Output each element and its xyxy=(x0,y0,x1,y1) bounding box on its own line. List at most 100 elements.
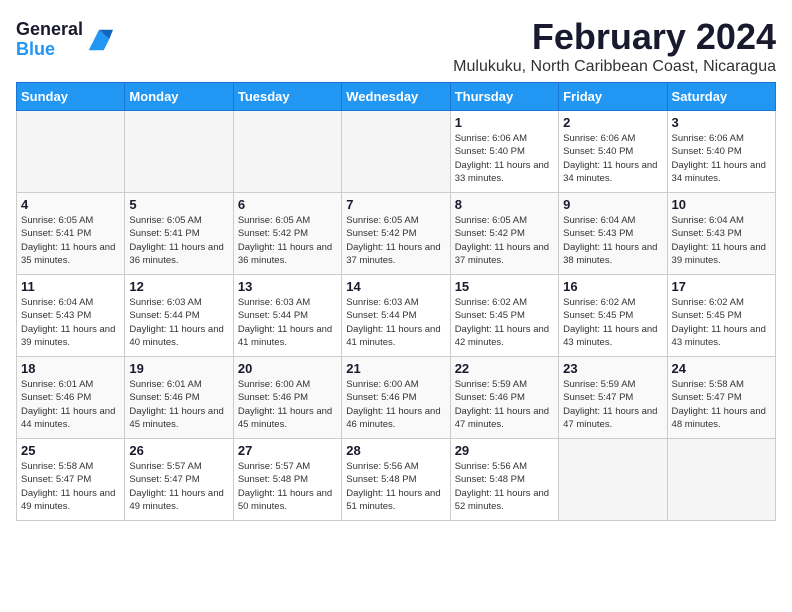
day-number: 6 xyxy=(238,197,337,212)
day-number: 26 xyxy=(129,443,228,458)
day-info: Sunrise: 6:05 AMSunset: 5:42 PMDaylight:… xyxy=(455,214,554,267)
calendar-cell: 12Sunrise: 6:03 AMSunset: 5:44 PMDayligh… xyxy=(125,275,233,357)
day-number: 13 xyxy=(238,279,337,294)
calendar-week-row: 1 Sunrise: 6:06 AMSunset: 5:40 PMDaylight… xyxy=(17,111,776,193)
logo-text: GeneralBlue xyxy=(16,20,83,60)
day-info: Sunrise: 5:57 AMSunset: 5:47 PMDaylight:… xyxy=(129,460,228,513)
day-number: 2 xyxy=(563,115,662,130)
calendar-cell: 7 Sunrise: 6:05 AMSunset: 5:42 PMDaylight… xyxy=(342,193,450,275)
day-info: Sunrise: 6:05 AMSunset: 5:41 PMDaylight:… xyxy=(21,214,120,267)
day-info: Sunrise: 6:04 AMSunset: 5:43 PMDaylight:… xyxy=(21,296,120,349)
day-number: 16 xyxy=(563,279,662,294)
location-title: Mulukuku, North Caribbean Coast, Nicarag… xyxy=(453,58,776,76)
day-number: 9 xyxy=(563,197,662,212)
calendar-cell xyxy=(342,111,450,193)
weekday-header: Thursday xyxy=(450,83,558,111)
weekday-header: Monday xyxy=(125,83,233,111)
day-number: 18 xyxy=(21,361,120,376)
day-number: 19 xyxy=(129,361,228,376)
calendar-cell: 29 Sunrise: 5:56 AMSunset: 5:48 PMDayligh… xyxy=(450,439,558,521)
day-info: Sunrise: 5:59 AMSunset: 5:47 PMDaylight:… xyxy=(563,378,662,431)
calendar-cell: 9Sunrise: 6:04 AMSunset: 5:43 PMDaylight… xyxy=(559,193,667,275)
calendar-cell: 11 Sunrise: 6:04 AMSunset: 5:43 PMDayligh… xyxy=(17,275,125,357)
day-number: 22 xyxy=(455,361,554,376)
day-number: 17 xyxy=(672,279,771,294)
calendar-cell: 14 Sunrise: 6:03 AMSunset: 5:44 PMDayligh… xyxy=(342,275,450,357)
logo: GeneralBlue xyxy=(16,16,113,60)
calendar-cell: 24 Sunrise: 5:58 AMSunset: 5:47 PMDayligh… xyxy=(667,357,775,439)
day-number: 11 xyxy=(21,279,120,294)
day-info: Sunrise: 6:05 AMSunset: 5:42 PMDaylight:… xyxy=(346,214,445,267)
day-number: 27 xyxy=(238,443,337,458)
day-info: Sunrise: 6:05 AMSunset: 5:42 PMDaylight:… xyxy=(238,214,337,267)
calendar-week-row: 18 Sunrise: 6:01 AMSunset: 5:46 PMDayligh… xyxy=(17,357,776,439)
day-number: 21 xyxy=(346,361,445,376)
day-number: 14 xyxy=(346,279,445,294)
calendar-cell: 13 Sunrise: 6:03 AMSunset: 5:44 PMDayligh… xyxy=(233,275,341,357)
day-number: 10 xyxy=(672,197,771,212)
day-number: 28 xyxy=(346,443,445,458)
calendar-cell xyxy=(667,439,775,521)
day-info: Sunrise: 6:06 AMSunset: 5:40 PMDaylight:… xyxy=(455,132,554,185)
calendar-week-row: 11 Sunrise: 6:04 AMSunset: 5:43 PMDayligh… xyxy=(17,275,776,357)
weekday-header: Saturday xyxy=(667,83,775,111)
calendar-cell: 1 Sunrise: 6:06 AMSunset: 5:40 PMDaylight… xyxy=(450,111,558,193)
calendar-table: SundayMondayTuesdayWednesdayThursdayFrid… xyxy=(16,82,776,521)
day-info: Sunrise: 6:06 AMSunset: 5:40 PMDaylight:… xyxy=(563,132,662,185)
day-number: 29 xyxy=(455,443,554,458)
calendar-cell xyxy=(559,439,667,521)
day-number: 20 xyxy=(238,361,337,376)
calendar-cell: 4 Sunrise: 6:05 AMSunset: 5:41 PMDaylight… xyxy=(17,193,125,275)
day-number: 7 xyxy=(346,197,445,212)
calendar-week-row: 25 Sunrise: 5:58 AMSunset: 5:47 PMDayligh… xyxy=(17,439,776,521)
day-info: Sunrise: 5:57 AMSunset: 5:48 PMDaylight:… xyxy=(238,460,337,513)
month-title: February 2024 xyxy=(453,16,776,58)
calendar-cell: 3 Sunrise: 6:06 AMSunset: 5:40 PMDaylight… xyxy=(667,111,775,193)
day-info: Sunrise: 5:59 AMSunset: 5:46 PMDaylight:… xyxy=(455,378,554,431)
day-info: Sunrise: 6:03 AMSunset: 5:44 PMDaylight:… xyxy=(346,296,445,349)
calendar-cell: 19Sunrise: 6:01 AMSunset: 5:46 PMDayligh… xyxy=(125,357,233,439)
calendar-cell: 28 Sunrise: 5:56 AMSunset: 5:48 PMDayligh… xyxy=(342,439,450,521)
calendar-week-row: 4 Sunrise: 6:05 AMSunset: 5:41 PMDaylight… xyxy=(17,193,776,275)
weekday-header: Wednesday xyxy=(342,83,450,111)
calendar-cell: 5 Sunrise: 6:05 AMSunset: 5:41 PMDaylight… xyxy=(125,193,233,275)
calendar-cell: 10Sunrise: 6:04 AMSunset: 5:43 PMDayligh… xyxy=(667,193,775,275)
calendar-cell xyxy=(125,111,233,193)
day-number: 1 xyxy=(455,115,554,130)
calendar-cell: 8 Sunrise: 6:05 AMSunset: 5:42 PMDaylight… xyxy=(450,193,558,275)
day-info: Sunrise: 5:58 AMSunset: 5:47 PMDaylight:… xyxy=(672,378,771,431)
day-number: 3 xyxy=(672,115,771,130)
title-area: February 2024 Mulukuku, North Caribbean … xyxy=(453,16,776,76)
calendar-cell xyxy=(233,111,341,193)
day-number: 8 xyxy=(455,197,554,212)
logo-icon xyxy=(85,26,113,54)
page-header: GeneralBlue February 2024 Mulukuku, Nort… xyxy=(16,16,776,76)
day-info: Sunrise: 6:01 AMSunset: 5:46 PMDaylight:… xyxy=(21,378,120,431)
day-number: 12 xyxy=(129,279,228,294)
day-info: Sunrise: 6:05 AMSunset: 5:41 PMDaylight:… xyxy=(129,214,228,267)
day-number: 5 xyxy=(129,197,228,212)
day-info: Sunrise: 5:56 AMSunset: 5:48 PMDaylight:… xyxy=(455,460,554,513)
day-info: Sunrise: 5:58 AMSunset: 5:47 PMDaylight:… xyxy=(21,460,120,513)
calendar-cell: 25 Sunrise: 5:58 AMSunset: 5:47 PMDayligh… xyxy=(17,439,125,521)
day-info: Sunrise: 6:00 AMSunset: 5:46 PMDaylight:… xyxy=(238,378,337,431)
day-info: Sunrise: 6:06 AMSunset: 5:40 PMDaylight:… xyxy=(672,132,771,185)
day-number: 23 xyxy=(563,361,662,376)
day-number: 25 xyxy=(21,443,120,458)
day-number: 4 xyxy=(21,197,120,212)
day-number: 15 xyxy=(455,279,554,294)
day-info: Sunrise: 6:00 AMSunset: 5:46 PMDaylight:… xyxy=(346,378,445,431)
calendar-cell: 27 Sunrise: 5:57 AMSunset: 5:48 PMDayligh… xyxy=(233,439,341,521)
calendar-cell: 21 Sunrise: 6:00 AMSunset: 5:46 PMDayligh… xyxy=(342,357,450,439)
day-number: 24 xyxy=(672,361,771,376)
weekday-header: Sunday xyxy=(17,83,125,111)
calendar-cell: 23 Sunrise: 5:59 AMSunset: 5:47 PMDayligh… xyxy=(559,357,667,439)
logo-blue: Blue xyxy=(16,39,55,59)
calendar-cell: 26 Sunrise: 5:57 AMSunset: 5:47 PMDayligh… xyxy=(125,439,233,521)
calendar-cell: 15Sunrise: 6:02 AMSunset: 5:45 PMDayligh… xyxy=(450,275,558,357)
day-info: Sunrise: 6:03 AMSunset: 5:44 PMDaylight:… xyxy=(238,296,337,349)
calendar-cell: 6 Sunrise: 6:05 AMSunset: 5:42 PMDaylight… xyxy=(233,193,341,275)
day-info: Sunrise: 5:56 AMSunset: 5:48 PMDaylight:… xyxy=(346,460,445,513)
calendar-cell: 16Sunrise: 6:02 AMSunset: 5:45 PMDayligh… xyxy=(559,275,667,357)
weekday-header: Friday xyxy=(559,83,667,111)
